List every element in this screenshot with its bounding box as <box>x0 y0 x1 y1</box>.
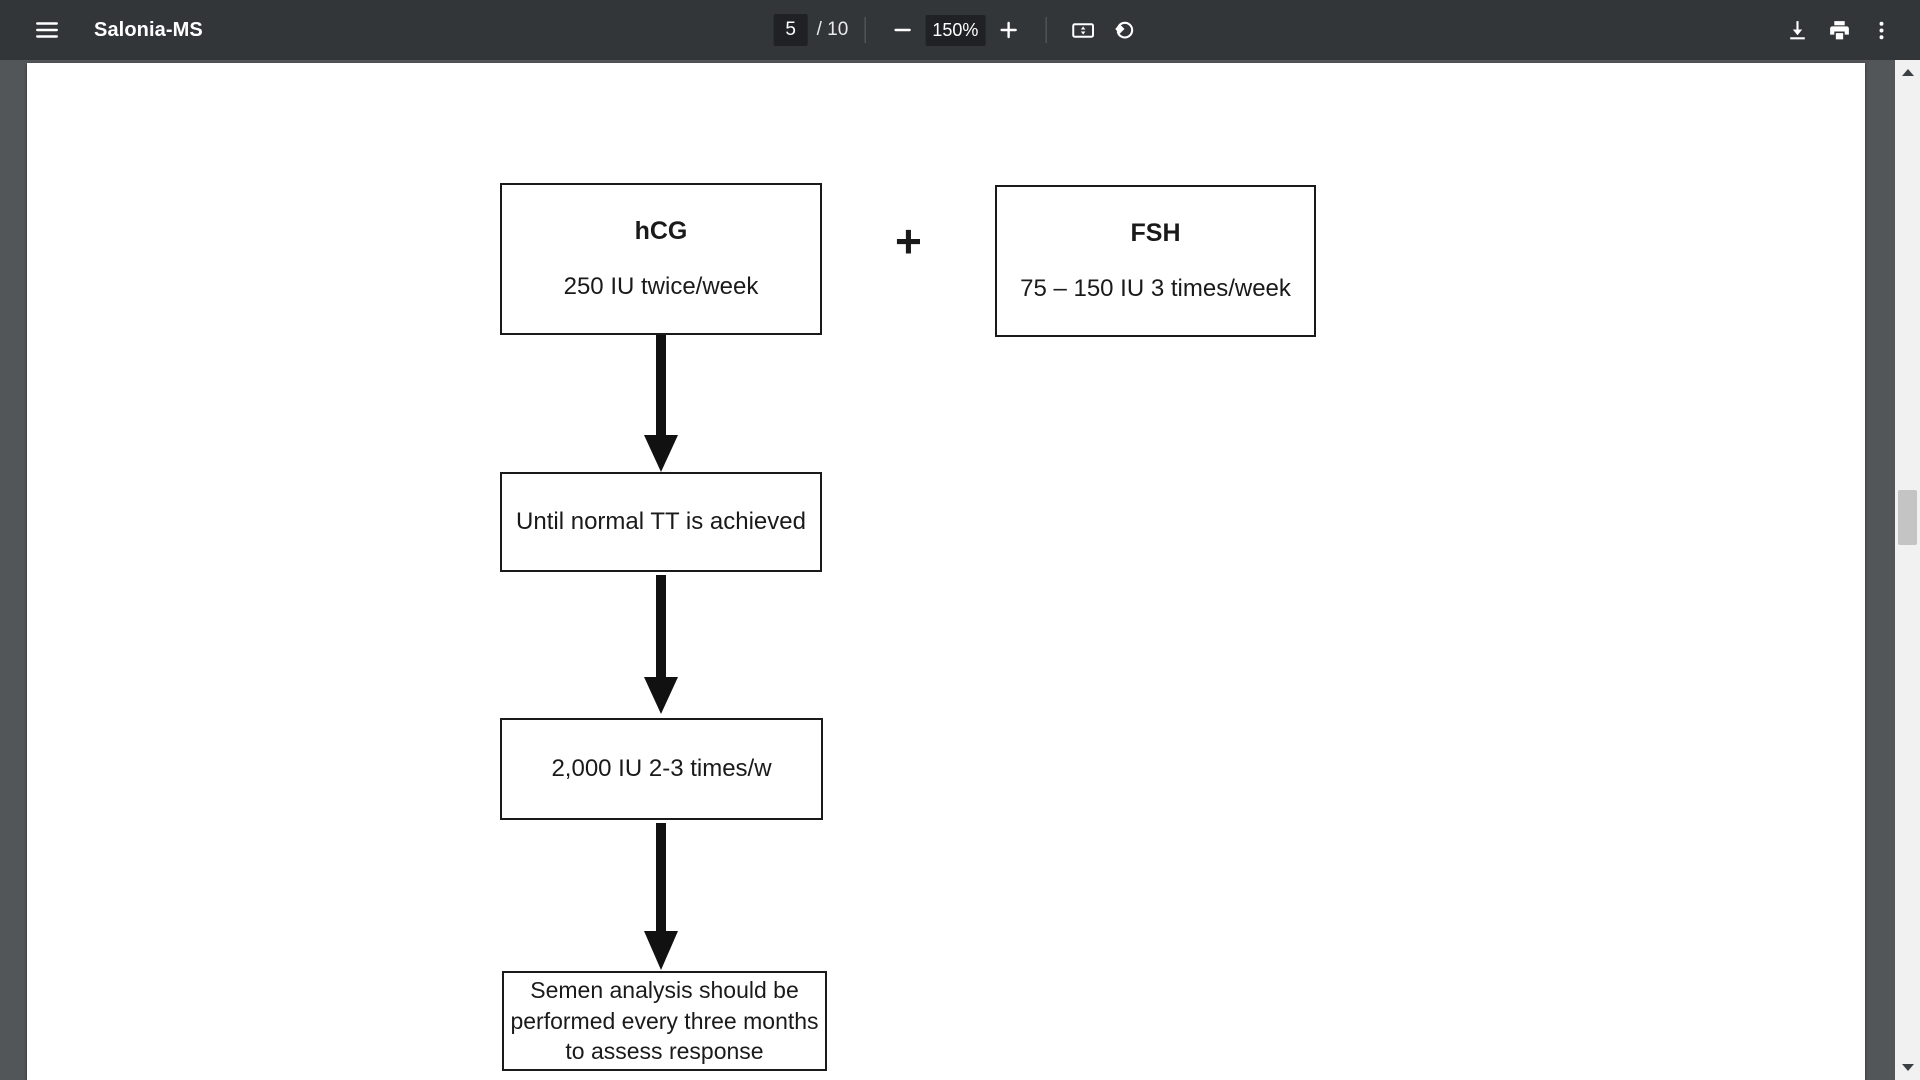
flowchart-box-until-normal-tt-body: Until normal TT is achieved <box>516 508 806 535</box>
scroll-up-triangle <box>1901 69 1914 76</box>
flowchart: hCG 250 IU twice/week FSH 75 – 150 IU 3 … <box>27 63 1865 1080</box>
zoom-in-button[interactable] <box>987 9 1029 51</box>
toolbar-right-group <box>1776 9 1902 51</box>
flowchart-box-fsh-body: 75 – 150 IU 3 times/week <box>1020 275 1291 302</box>
toolbar-divider-2 <box>1045 17 1047 43</box>
scrollbar-thumb[interactable] <box>1898 490 1917 545</box>
flowchart-box-dose: 2,000 IU 2-3 times/w <box>500 718 823 820</box>
more-vertical-icon[interactable] <box>1860 9 1902 51</box>
scroll-up-arrow-icon[interactable] <box>1895 60 1920 85</box>
document-title: Salonia-MS <box>94 18 203 41</box>
toolbar-left-group: Salonia-MS <box>0 9 203 51</box>
pdf-viewer-area[interactable]: hCG 250 IU twice/week FSH 75 – 150 IU 3 … <box>0 60 1920 1080</box>
flowchart-box-semen-analysis-body: Semen analysis should be performed every… <box>510 977 819 1065</box>
arrow-hcg-to-tt <box>644 335 678 472</box>
scroll-down-triangle <box>1901 1064 1914 1071</box>
pdf-viewer-toolbar: Salonia-MS / 10 150% <box>0 0 1920 60</box>
flowchart-box-hcg: hCG 250 IU twice/week <box>500 183 822 335</box>
flowchart-plus-connector: + <box>895 215 922 267</box>
flowchart-box-hcg-title: hCG <box>634 217 688 245</box>
arrow-dose-to-semen <box>644 823 678 970</box>
vertical-scrollbar[interactable] <box>1895 60 1920 1080</box>
toolbar-center-group: / 10 150% <box>773 9 1147 51</box>
toolbar-divider-1 <box>864 17 866 43</box>
fit-to-page-icon[interactable] <box>1062 9 1104 51</box>
page-number-input[interactable] <box>773 14 808 46</box>
flowchart-box-fsh-title: FSH <box>1130 219 1181 247</box>
arrow-tt-to-dose <box>644 575 678 714</box>
flowchart-box-dose-body: 2,000 IU 2-3 times/w <box>551 755 772 782</box>
page-navigation: / 10 <box>773 14 849 46</box>
flowchart-box-hcg-body: 250 IU twice/week <box>563 273 759 300</box>
download-icon[interactable] <box>1776 9 1818 51</box>
scroll-down-arrow-icon[interactable] <box>1895 1055 1920 1080</box>
zoom-level-value[interactable]: 150% <box>925 14 986 46</box>
hamburger-menu-icon[interactable] <box>26 9 68 51</box>
flowchart-box-fsh: FSH 75 – 150 IU 3 times/week <box>995 185 1316 337</box>
rotate-counterclockwise-icon[interactable] <box>1104 9 1146 51</box>
flowchart-box-semen-analysis: Semen analysis should be performed every… <box>502 971 827 1071</box>
print-icon[interactable] <box>1818 9 1860 51</box>
zoom-controls: 150% <box>881 9 1029 51</box>
page-total-label: / 10 <box>816 19 849 40</box>
zoom-out-button[interactable] <box>881 9 923 51</box>
flowchart-box-until-normal-tt: Until normal TT is achieved <box>500 472 822 572</box>
pdf-page: hCG 250 IU twice/week FSH 75 – 150 IU 3 … <box>27 63 1865 1080</box>
